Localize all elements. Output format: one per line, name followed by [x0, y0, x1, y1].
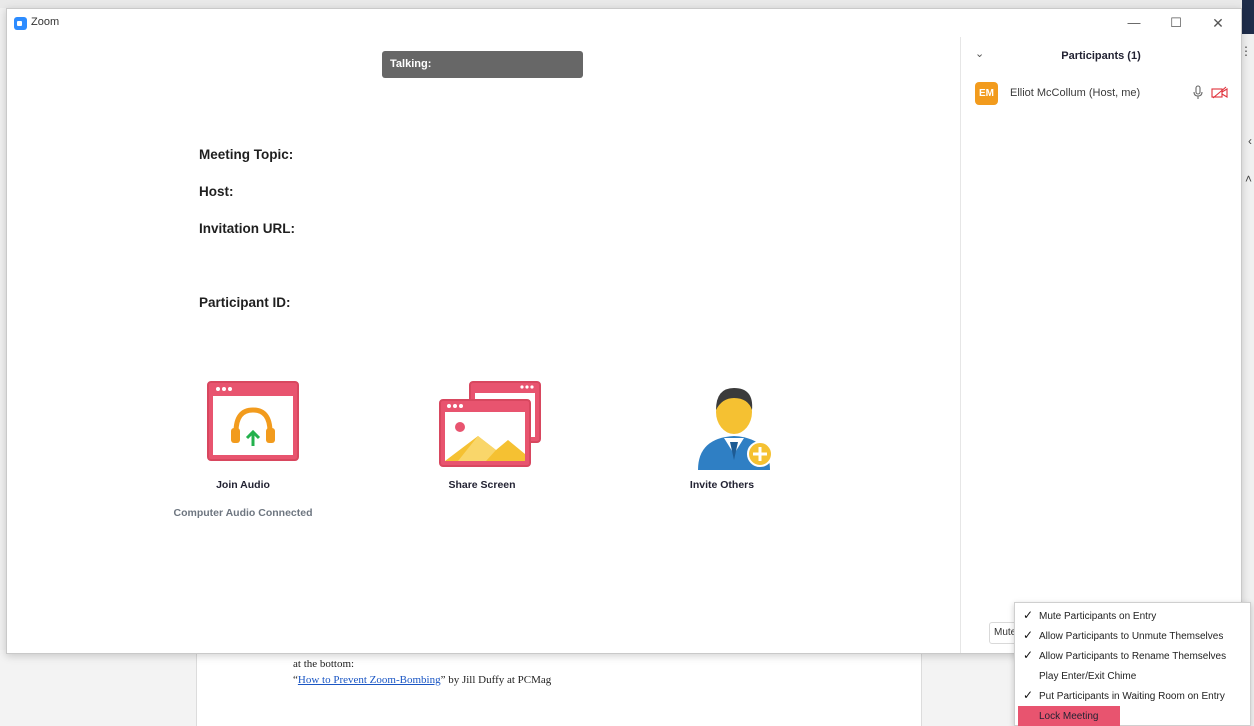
- participants-panel: ⌄ Participants (1) EM Elliot McCollum (H…: [961, 37, 1241, 653]
- video-off-icon[interactable]: [1211, 86, 1228, 99]
- avatar: EM: [975, 82, 998, 105]
- chevron-left-icon[interactable]: ‹: [1248, 134, 1252, 148]
- citation-suffix: by Jill Duffy at PCMag: [445, 674, 552, 686]
- background-document: at the bottom: “How to Prevent Zoom-Bomb…: [196, 650, 922, 726]
- background-app-corner: [1242, 0, 1254, 34]
- menu-item-waiting-room[interactable]: ✓ Put Participants in Waiting Room on En…: [1015, 686, 1250, 706]
- minimize-icon[interactable]: —: [1119, 12, 1149, 34]
- menu-item-allow-unmute[interactable]: ✓ Allow Participants to Unmute Themselve…: [1015, 626, 1250, 646]
- menu-item-label: Allow Participants to Unmute Themselves: [1039, 631, 1224, 642]
- meeting-main-area: Talking: Meeting Topic: Host: Invitation…: [7, 37, 960, 653]
- participant-name: Elliot McCollum (Host, me): [1010, 87, 1141, 99]
- menu-item-allow-rename[interactable]: ✓ Allow Participants to Rename Themselve…: [1015, 646, 1250, 666]
- menu-item-lock-meeting[interactable]: Lock Meeting: [1018, 706, 1120, 726]
- menu-item-label: Allow Participants to Rename Themselves: [1039, 651, 1227, 662]
- check-icon: ✓: [1023, 608, 1034, 622]
- menu-item-mute-on-entry[interactable]: ✓ Mute Participants on Entry: [1015, 606, 1250, 626]
- title-bar: Zoom — ☐ ✕: [7, 9, 1241, 37]
- check-icon: ✓: [1023, 628, 1034, 642]
- background-left-margin: [0, 650, 196, 726]
- participant-row[interactable]: EM Elliot McCollum (Host, me): [975, 82, 1233, 106]
- microphone-icon[interactable]: [1193, 85, 1203, 100]
- join-audio-label: Join Audio: [216, 479, 270, 491]
- menu-item-label: Lock Meeting: [1039, 711, 1099, 722]
- zoom-bombing-link[interactable]: How to Prevent Zoom-Bombing: [298, 674, 441, 686]
- invite-person-icon: [698, 388, 773, 470]
- participant-options-menu: ✓ Mute Participants on Entry ✓ Allow Par…: [1014, 602, 1251, 726]
- participant-id-label: Participant ID:: [199, 295, 291, 310]
- menu-item-label: Mute Participants on Entry: [1039, 611, 1157, 622]
- invite-others-label: Invite Others: [689, 479, 755, 491]
- chevron-up-icon[interactable]: ˄: [1245, 172, 1252, 186]
- background-doc-citation: “How to Prevent Zoom-Bombing” by Jill Du…: [293, 674, 551, 686]
- zoom-window: Zoom — ☐ ✕ Talking: Meeting Topic: Host:…: [6, 8, 1242, 654]
- share-screen-icon: [438, 381, 541, 467]
- join-audio-button[interactable]: Join Audio Computer Audio Connected: [173, 380, 313, 519]
- menu-item-label: Play Enter/Exit Chime: [1039, 671, 1137, 682]
- headphones-icon: [207, 381, 299, 461]
- meeting-topic-label: Meeting Topic:: [199, 147, 294, 162]
- zoom-logo-icon: [14, 17, 27, 30]
- host-label: Host:: [199, 184, 234, 199]
- talking-indicator: Talking:: [382, 51, 583, 78]
- invite-others-button[interactable]: Invite Others: [652, 380, 792, 491]
- window-title: Zoom: [31, 16, 60, 28]
- background-top-strip: [0, 0, 1254, 8]
- background-doc-line: at the bottom:: [293, 658, 355, 670]
- share-screen-label: Share Screen: [448, 479, 516, 491]
- check-icon: ✓: [1023, 688, 1034, 702]
- menu-item-chime[interactable]: Play Enter/Exit Chime: [1015, 666, 1250, 686]
- menu-item-label: Put Participants in Waiting Room on Entr…: [1039, 691, 1225, 702]
- maximize-icon[interactable]: ☐: [1161, 12, 1191, 34]
- participants-title: Participants (1): [1061, 50, 1141, 62]
- close-icon[interactable]: ✕: [1203, 12, 1233, 34]
- share-screen-button[interactable]: Share Screen: [412, 380, 552, 491]
- audio-status-text: Computer Audio Connected: [173, 507, 313, 519]
- check-icon: ✓: [1023, 648, 1034, 662]
- invitation-url-label: Invitation URL:: [199, 221, 295, 236]
